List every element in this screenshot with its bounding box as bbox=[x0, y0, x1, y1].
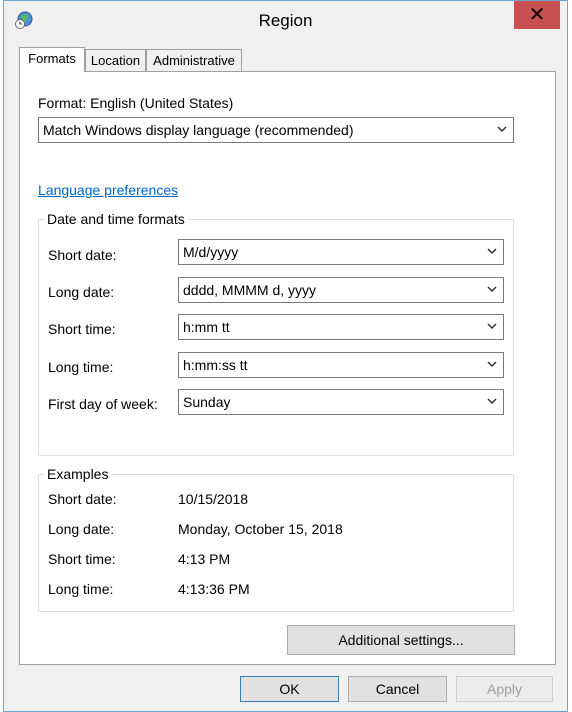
chevron-down-icon bbox=[487, 361, 497, 368]
long-date-dropdown[interactable]: dddd, MMMM d, yyyy bbox=[178, 277, 504, 303]
first-day-of-week-value: Sunday bbox=[183, 394, 231, 410]
short-date-label: Short date: bbox=[48, 247, 117, 263]
long-time-dropdown[interactable]: h:mm:ss tt bbox=[178, 352, 504, 378]
tab-administrative[interactable]: Administrative bbox=[146, 49, 242, 71]
region-dialog: Region ✕ Formats Location Administrative… bbox=[3, 0, 568, 712]
close-icon: ✕ bbox=[528, 4, 546, 26]
example-long-time-value: 4:13:36 PM bbox=[178, 581, 250, 597]
format-dropdown[interactable]: Match Windows display language (recommen… bbox=[38, 117, 514, 143]
example-short-time-label: Short time: bbox=[48, 551, 116, 567]
window-title: Region bbox=[258, 11, 313, 30]
chevron-down-icon bbox=[487, 398, 497, 405]
long-date-label: Long date: bbox=[48, 284, 115, 300]
first-day-of-week-label: First day of week: bbox=[48, 396, 158, 412]
chevron-down-icon bbox=[487, 323, 497, 330]
short-time-label: Short time: bbox=[48, 321, 116, 337]
title-bar[interactable]: Region ✕ bbox=[4, 1, 567, 39]
first-day-of-week-dropdown[interactable]: Sunday bbox=[178, 389, 504, 415]
short-time-dropdown[interactable]: h:mm tt bbox=[178, 314, 504, 340]
example-short-time-value: 4:13 PM bbox=[178, 551, 231, 567]
chevron-down-icon bbox=[497, 126, 507, 133]
example-short-date-label: Short date: bbox=[48, 491, 117, 507]
example-long-date-label: Long date: bbox=[48, 521, 115, 537]
format-dropdown-value: Match Windows display language (recommen… bbox=[43, 122, 354, 138]
short-date-dropdown[interactable]: M/d/yyyy bbox=[178, 239, 504, 265]
date-time-formats-title: Date and time formats bbox=[44, 211, 188, 227]
formats-panel: Format: English (United States) Match Wi… bbox=[19, 71, 556, 665]
format-label: Format: English (United States) bbox=[38, 95, 234, 111]
short-time-value: h:mm tt bbox=[183, 319, 230, 335]
long-time-value: h:mm:ss tt bbox=[183, 357, 248, 373]
chevron-down-icon bbox=[487, 286, 497, 293]
examples-title: Examples bbox=[44, 466, 112, 482]
cancel-button[interactable]: Cancel bbox=[348, 676, 447, 702]
tab-formats[interactable]: Formats bbox=[19, 47, 85, 72]
language-preferences-link[interactable]: Language preferences bbox=[38, 182, 178, 198]
tab-location[interactable]: Location bbox=[85, 49, 146, 71]
example-long-date-value: Monday, October 15, 2018 bbox=[178, 521, 343, 537]
additional-settings-button[interactable]: Additional settings... bbox=[287, 625, 515, 655]
example-long-time-label: Long time: bbox=[48, 581, 114, 597]
apply-button[interactable]: Apply bbox=[456, 676, 553, 702]
long-time-label: Long time: bbox=[48, 359, 114, 375]
long-date-value: dddd, MMMM d, yyyy bbox=[183, 282, 317, 298]
close-button[interactable]: ✕ bbox=[514, 1, 560, 29]
chevron-down-icon bbox=[487, 248, 497, 255]
example-short-date-value: 10/15/2018 bbox=[178, 491, 249, 507]
short-date-value: M/d/yyyy bbox=[183, 244, 239, 260]
ok-button[interactable]: OK bbox=[240, 676, 339, 702]
